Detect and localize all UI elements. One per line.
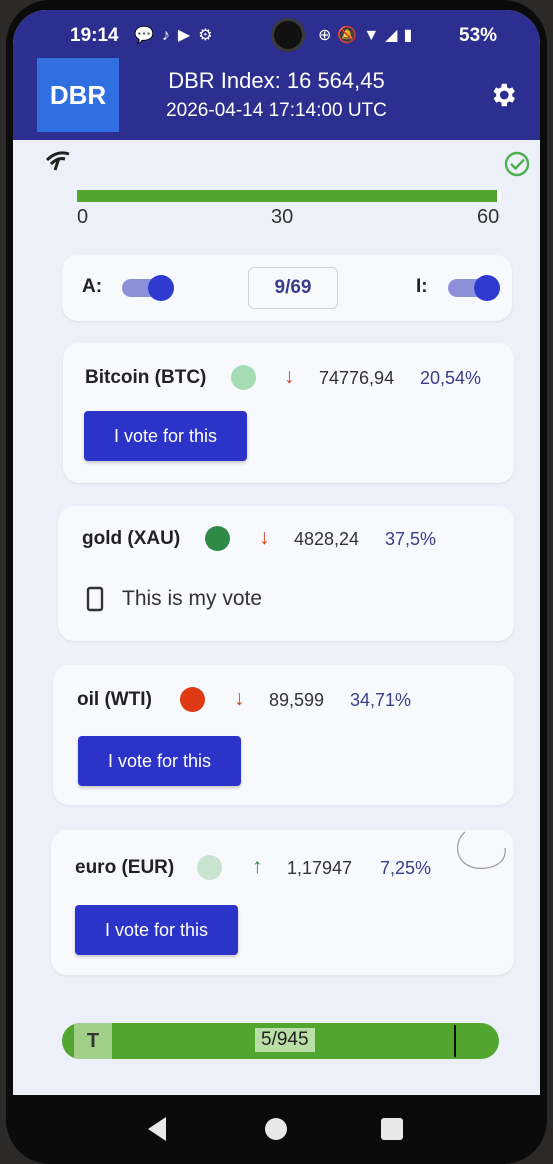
asset-card-eur: euro (EUR) ↑ 1,17947 7,25% I vote for th…	[51, 830, 514, 975]
vote-button-eur[interactable]: I vote for this	[75, 905, 238, 955]
asset-card-btc: Bitcoin (BTC) ↓ 74776,94 20,54% I vote f…	[63, 343, 514, 483]
system-nav-bar	[6, 1098, 547, 1164]
progress-tick-0: 0	[77, 206, 89, 228]
battery-icon: ▮	[403, 27, 419, 44]
phone-icon	[86, 586, 104, 612]
asset-card-wti: oil (WTI) ↓ 89,599 34,71% I vote for thi…	[53, 665, 514, 805]
recents-icon[interactable]	[378, 1114, 406, 1144]
connection-icon	[45, 151, 70, 171]
tiktok-icon: ♪	[161, 27, 178, 44]
asset-name: oil (WTI)	[77, 689, 152, 710]
switch-thumb	[474, 275, 500, 301]
asset-price: 4828,24	[294, 529, 360, 549]
system-icons: ⊕🔕▼◢▮	[318, 25, 418, 45]
control-row: A: 9/69 I:	[62, 255, 512, 321]
time-progress-bar: T 5/945	[62, 1023, 499, 1059]
round-progress-fill	[77, 190, 497, 202]
asset-name: euro (EUR)	[75, 857, 175, 878]
notification-icons: 💬♪▶⚙	[134, 25, 221, 45]
asset-share: 37,5%	[385, 529, 437, 549]
trend-down-icon: ↓	[284, 365, 295, 388]
asset-status-dot	[231, 365, 256, 390]
trend-up-icon: ↑	[252, 855, 263, 878]
i-toggle-label: I:	[416, 276, 428, 297]
data-saver-icon: ⊕	[318, 27, 338, 44]
asset-name: gold (XAU)	[82, 528, 181, 549]
phone-frame: 19:14 💬♪▶⚙ ⊕🔕▼◢▮ 53% DBR DBR Index: 16 5…	[6, 0, 547, 1164]
vote-button-wti[interactable]: I vote for this	[78, 736, 241, 786]
round-progress-bar	[77, 190, 501, 202]
asset-share: 7,25%	[380, 858, 432, 878]
camera-cutout	[271, 18, 305, 52]
progress-tick-60: 60	[477, 206, 500, 228]
youtube-icon: ▶	[177, 27, 199, 44]
wifi-icon: ▼	[363, 27, 386, 44]
asset-share: 34,71%	[350, 690, 412, 710]
asset-price: 1,17947	[287, 858, 353, 878]
asset-status-dot	[197, 855, 222, 880]
my-vote-label: This is my vote	[122, 587, 263, 610]
progress-tick-30: 30	[271, 206, 294, 228]
home-icon[interactable]	[261, 1114, 291, 1144]
a-toggle-switch[interactable]	[122, 272, 174, 304]
i-toggle-switch[interactable]	[448, 272, 500, 304]
vote-counter: 9/69	[248, 267, 338, 309]
t-count: 5/945	[255, 1028, 315, 1052]
settings-button[interactable]	[486, 78, 520, 112]
back-icon[interactable]	[144, 1114, 170, 1144]
app-screen: 19:14 💬♪▶⚙ ⊕🔕▼◢▮ 53% DBR DBR Index: 16 5…	[13, 10, 540, 1095]
asset-status-dot	[205, 526, 230, 551]
gear-icon: ⚙	[198, 27, 221, 44]
asset-name: Bitcoin (BTC)	[85, 367, 207, 388]
battery-percent: 53%	[459, 25, 498, 46]
gear-icon	[493, 83, 515, 107]
check-circle-icon	[504, 151, 530, 177]
asset-card-xau: gold (XAU) ↓ 4828,24 37,5% This is my vo…	[58, 506, 514, 641]
a-toggle-label: A:	[82, 276, 103, 297]
chat-icon: 💬	[134, 27, 162, 44]
switch-thumb	[148, 275, 174, 301]
asset-status-dot	[180, 687, 205, 712]
mute-icon: 🔕	[337, 27, 364, 44]
t-marker	[454, 1025, 456, 1057]
signal-icon: ◢	[385, 27, 404, 44]
trend-down-icon: ↓	[234, 687, 245, 710]
index-timestamp: 2026-04-14 17:14:00 UTC	[166, 100, 387, 121]
app-header: DBR DBR Index: 16 564,45 2026-04-14 17:1…	[13, 56, 540, 140]
trend-down-icon: ↓	[259, 526, 270, 549]
status-bar: 19:14 💬♪▶⚙ ⊕🔕▼◢▮ 53%	[13, 10, 540, 56]
asset-price: 89,599	[269, 690, 325, 710]
asset-share: 20,54%	[420, 368, 482, 388]
scribble-mark	[457, 831, 506, 869]
status-time: 19:14	[70, 25, 119, 46]
index-value: DBR Index: 16 564,45	[168, 68, 385, 93]
asset-price: 74776,94	[319, 368, 395, 388]
t-label: T	[74, 1023, 112, 1059]
vote-button-btc[interactable]: I vote for this	[84, 411, 247, 461]
